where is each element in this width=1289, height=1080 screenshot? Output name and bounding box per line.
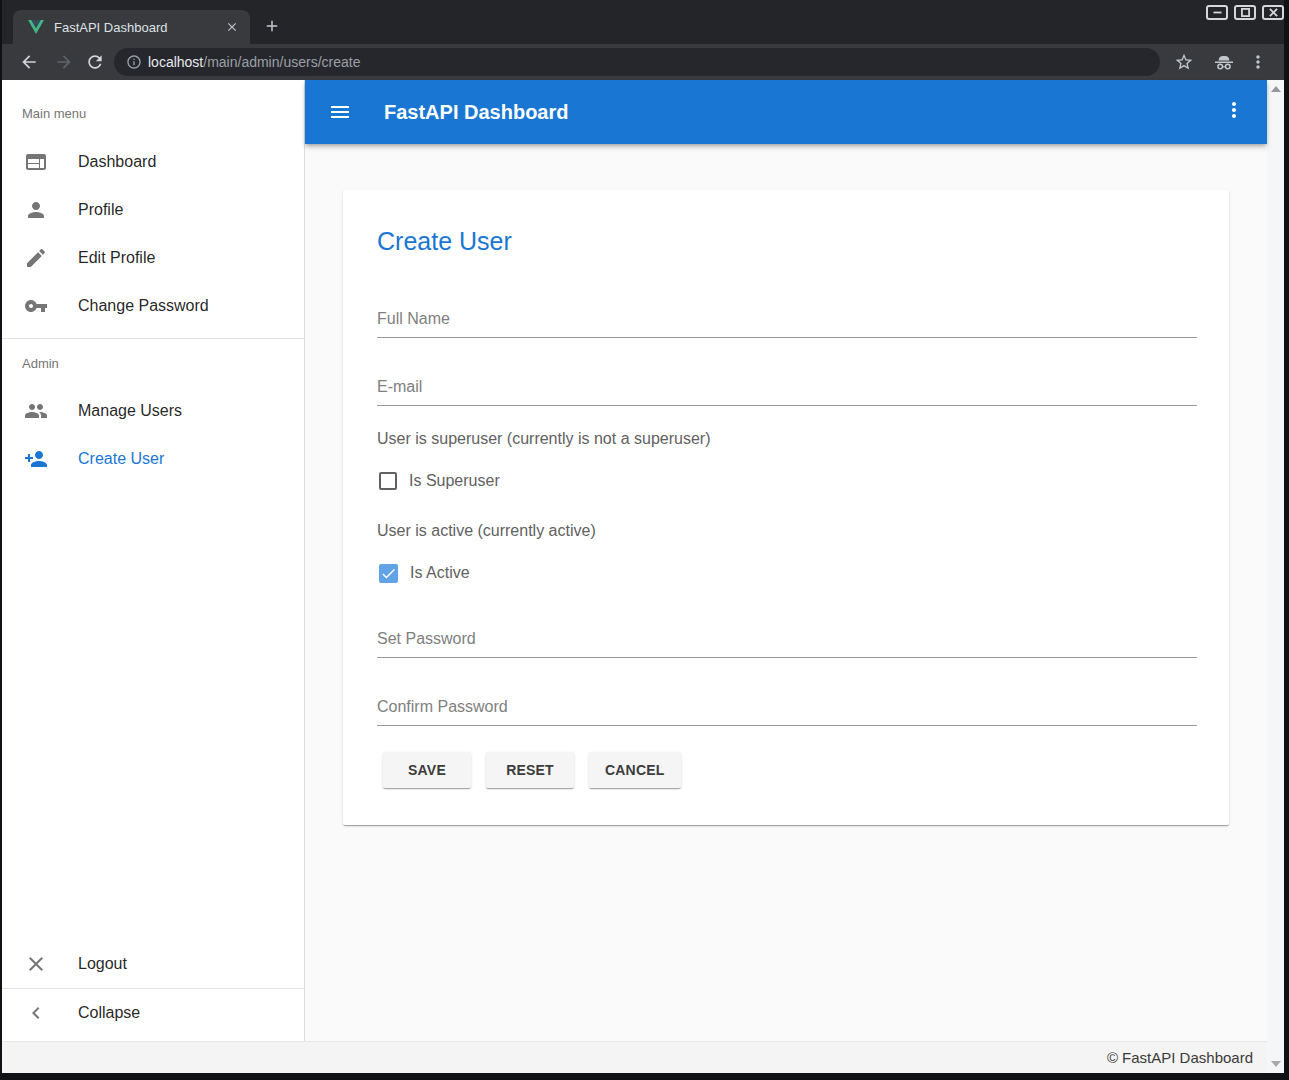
field-label: Confirm Password bbox=[377, 699, 1197, 715]
bookmark-star-icon[interactable] bbox=[1174, 52, 1194, 72]
maximize-button[interactable] bbox=[1234, 5, 1256, 20]
full-name-field[interactable]: Full Name bbox=[377, 311, 1197, 338]
person-add-icon bbox=[24, 447, 48, 471]
new-tab-button[interactable] bbox=[258, 12, 286, 40]
sidebar-item-label: Logout bbox=[78, 955, 127, 973]
minimize-button[interactable] bbox=[1206, 5, 1228, 20]
sidebar-item-label: Dashboard bbox=[78, 153, 156, 171]
browser-menu-icon[interactable] bbox=[1248, 52, 1268, 72]
pencil-icon bbox=[24, 246, 48, 270]
sidebar-item-label: Collapse bbox=[78, 1004, 140, 1022]
sidebar-item-dashboard[interactable]: Dashboard bbox=[2, 138, 304, 186]
person-icon bbox=[24, 198, 48, 222]
reload-icon[interactable] bbox=[83, 50, 107, 74]
forward-icon[interactable] bbox=[52, 50, 76, 74]
superuser-checkbox-row: Is Superuser bbox=[377, 469, 1197, 493]
page-title: Create User bbox=[377, 190, 1197, 254]
sidebar-item-label: Manage Users bbox=[78, 402, 182, 420]
vue-logo-icon bbox=[28, 20, 44, 34]
sidebar-item-manage-users[interactable]: Manage Users bbox=[2, 387, 304, 435]
superuser-checkbox[interactable] bbox=[379, 472, 397, 490]
active-checkbox-row: Is Active bbox=[377, 561, 1197, 585]
url-text[interactable]: localhost/main/admin/users/create bbox=[148, 54, 360, 70]
sidebar-item-profile[interactable]: Profile bbox=[2, 186, 304, 234]
window-controls bbox=[1206, 5, 1284, 20]
sidebar-item-label: Change Password bbox=[78, 297, 209, 315]
toolbar-right bbox=[1174, 50, 1268, 74]
field-label: Set Password bbox=[377, 631, 1197, 647]
key-icon bbox=[24, 294, 48, 318]
reset-button[interactable]: RESET bbox=[486, 752, 574, 788]
page-footer: © FastAPI Dashboard bbox=[2, 1041, 1267, 1073]
confirm-password-field[interactable]: Confirm Password bbox=[377, 699, 1197, 726]
sidebar-item-label: Profile bbox=[78, 201, 123, 219]
set-password-field[interactable]: Set Password bbox=[377, 631, 1197, 658]
close-button[interactable] bbox=[1262, 5, 1284, 20]
scrollbar[interactable] bbox=[1267, 80, 1284, 1073]
menu-icon[interactable] bbox=[328, 100, 352, 124]
appbar-menu-icon[interactable] bbox=[1222, 98, 1246, 126]
site-info-icon[interactable] bbox=[126, 54, 142, 70]
create-user-card: Create User Full Name E-mail User is sup… bbox=[343, 190, 1229, 825]
address-bar[interactable]: localhost/main/admin/users/create bbox=[114, 48, 1160, 76]
active-hint: User is active (currently active) bbox=[377, 523, 1197, 539]
browser-window: FastAPI Dashboard localhost/main/admin/u… bbox=[0, 0, 1289, 1080]
back-icon[interactable] bbox=[17, 50, 41, 74]
sidebar-item-label: Edit Profile bbox=[78, 249, 155, 267]
sidebar: Main menu Dashboard Profile Edit Profile bbox=[2, 80, 305, 1041]
sidebar-item-create-user[interactable]: Create User bbox=[2, 435, 304, 483]
chevron-left-icon bbox=[24, 1001, 48, 1025]
tab-title: FastAPI Dashboard bbox=[54, 20, 224, 35]
field-label: Full Name bbox=[377, 311, 1197, 327]
save-button[interactable]: SAVE bbox=[383, 752, 471, 788]
superuser-hint: User is superuser (currently is not a su… bbox=[377, 431, 1197, 447]
scroll-up-icon[interactable] bbox=[1271, 86, 1281, 92]
sidebar-section-label: Admin bbox=[2, 339, 304, 387]
tab-close-icon[interactable] bbox=[224, 19, 240, 35]
footer-text: © FastAPI Dashboard bbox=[1107, 1049, 1253, 1066]
close-icon bbox=[24, 952, 48, 976]
url-host: localhost bbox=[148, 54, 203, 70]
browser-toolbar: localhost/main/admin/users/create bbox=[2, 44, 1284, 80]
active-checkbox-label: Is Active bbox=[410, 564, 470, 582]
scroll-down-icon[interactable] bbox=[1271, 1061, 1281, 1067]
sidebar-item-change-password[interactable]: Change Password bbox=[2, 282, 304, 330]
sidebar-item-label: Create User bbox=[78, 450, 164, 468]
group-icon bbox=[24, 399, 48, 423]
browser-tab[interactable]: FastAPI Dashboard bbox=[13, 10, 250, 44]
sidebar-section-label: Main menu bbox=[2, 93, 304, 133]
url-path: /main/admin/users/create bbox=[203, 54, 360, 70]
tab-strip: FastAPI Dashboard bbox=[2, 0, 1284, 44]
page-background: Create User Full Name E-mail User is sup… bbox=[305, 144, 1267, 1041]
sidebar-item-logout[interactable]: Logout bbox=[2, 940, 304, 988]
field-label: E-mail bbox=[377, 379, 1197, 395]
cancel-button[interactable]: CANCEL bbox=[589, 752, 681, 788]
app-bar: FastAPI Dashboard bbox=[305, 80, 1267, 144]
active-checkbox[interactable] bbox=[379, 564, 398, 583]
dashboard-icon bbox=[24, 150, 48, 174]
incognito-icon bbox=[1212, 50, 1236, 74]
appbar-title: FastAPI Dashboard bbox=[384, 101, 568, 124]
sidebar-item-edit-profile[interactable]: Edit Profile bbox=[2, 234, 304, 282]
superuser-checkbox-label: Is Superuser bbox=[409, 472, 500, 490]
email-field[interactable]: E-mail bbox=[377, 379, 1197, 406]
sidebar-item-collapse[interactable]: Collapse bbox=[2, 989, 304, 1037]
